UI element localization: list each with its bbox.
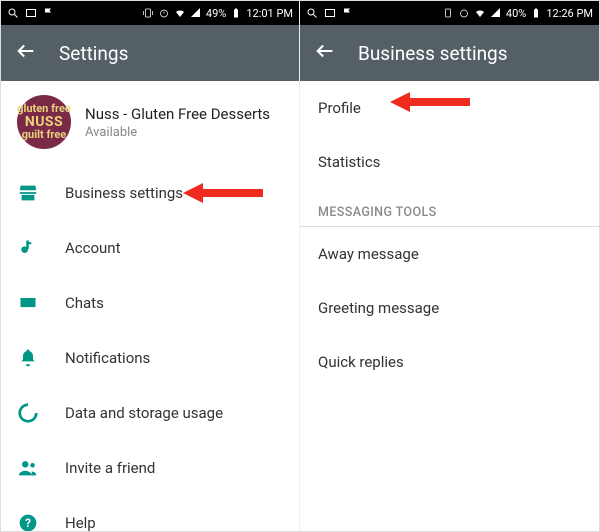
section-header-messaging-tools: MESSAGING TOOLS: [300, 189, 599, 227]
row-statistics[interactable]: Statistics: [300, 135, 599, 189]
alarm-icon: [158, 7, 170, 19]
svg-text:?: ?: [25, 516, 31, 530]
bell-icon: [17, 347, 39, 369]
gallery-icon: [25, 7, 37, 19]
row-label: Invite a friend: [65, 459, 155, 477]
data-icon: [17, 402, 39, 424]
row-label: Business settings: [65, 184, 183, 202]
gallery-icon: [324, 7, 336, 19]
flag-icon: [43, 7, 55, 19]
row-label: Data and storage usage: [65, 404, 223, 422]
people-icon: [17, 457, 39, 479]
row-label: Account: [65, 239, 121, 257]
row-help[interactable]: ? Help: [1, 495, 299, 531]
row-label: Greeting message: [318, 299, 439, 317]
avatar: gluten freeNUSSguilt free: [17, 95, 71, 149]
back-icon[interactable]: [314, 40, 336, 66]
row-label: Quick replies: [318, 353, 404, 371]
left-pane: 49% 12:01 PM Settings gluten freeNUSSgui…: [1, 1, 300, 531]
row-business-settings[interactable]: Business settings: [1, 165, 299, 220]
row-profile[interactable]: Profile: [300, 81, 599, 135]
row-label: Chats: [65, 294, 104, 312]
profile-row[interactable]: gluten freeNUSSguilt free Nuss - Gluten …: [1, 81, 299, 165]
right-pane: 40% 12:26 PM Business settings Profile S…: [300, 1, 599, 531]
wifi-icon: [474, 7, 486, 19]
row-chats[interactable]: Chats: [1, 275, 299, 330]
row-invite-friend[interactable]: Invite a friend: [1, 440, 299, 495]
battery-percent: 40%: [506, 7, 526, 20]
row-notifications[interactable]: Notifications: [1, 330, 299, 385]
app-bar: Settings: [1, 25, 299, 81]
flag-icon: [342, 7, 354, 19]
chat-icon: [17, 292, 39, 314]
battery-icon: [530, 7, 542, 19]
profile-status: Available: [85, 125, 270, 140]
appbar-title: Settings: [59, 42, 128, 65]
key-icon: [17, 237, 39, 259]
row-greeting-message[interactable]: Greeting message: [300, 281, 599, 335]
row-label: Away message: [318, 245, 419, 263]
appbar-title: Business settings: [358, 42, 508, 65]
store-icon: [17, 182, 39, 204]
back-icon[interactable]: [15, 40, 37, 66]
row-label: Profile: [318, 99, 361, 117]
search-glass-icon: [306, 7, 318, 19]
signal-icon: [190, 7, 202, 19]
vibrate-icon: [142, 7, 154, 19]
signal-icon: [490, 7, 502, 19]
row-label: Help: [65, 514, 96, 532]
app-bar: Business settings: [300, 25, 599, 81]
alarm-icon: [458, 7, 470, 19]
profile-name: Nuss - Gluten Free Desserts: [85, 105, 270, 123]
row-data-storage[interactable]: Data and storage usage: [1, 385, 299, 440]
search-glass-icon: [7, 7, 19, 19]
row-away-message[interactable]: Away message: [300, 227, 599, 281]
vibrate-icon: [442, 7, 454, 19]
status-bar: 40% 12:26 PM: [300, 1, 599, 25]
business-settings-list: Profile Statistics MESSAGING TOOLS Away …: [300, 81, 599, 531]
battery-percent: 49%: [206, 7, 226, 20]
clock-time: 12:01 PM: [246, 7, 293, 20]
wifi-icon: [174, 7, 186, 19]
row-label: Notifications: [65, 349, 150, 367]
battery-icon: [230, 7, 242, 19]
clock-time: 12:26 PM: [546, 7, 593, 20]
row-account[interactable]: Account: [1, 220, 299, 275]
row-label: Statistics: [318, 153, 380, 171]
settings-list: Business settings Account Chats Notifica…: [1, 165, 299, 531]
row-quick-replies[interactable]: Quick replies: [300, 335, 599, 389]
status-bar: 49% 12:01 PM: [1, 1, 299, 25]
help-icon: ?: [17, 512, 39, 532]
